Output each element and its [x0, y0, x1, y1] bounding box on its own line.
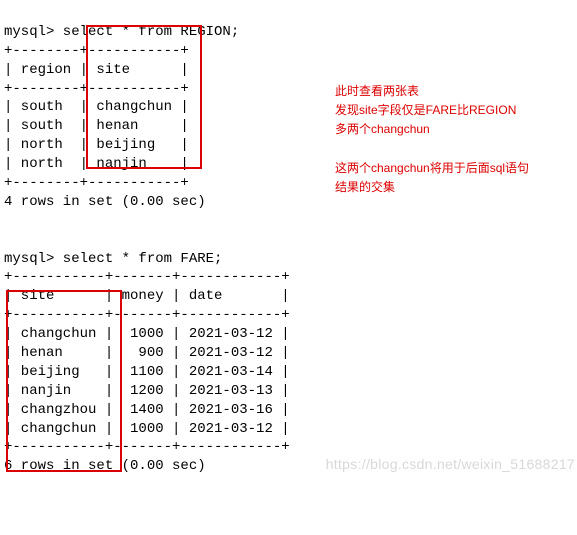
region-sep-mid: +--------+-----------+	[4, 81, 189, 97]
fare-row: | changzhou | 1400 | 2021-03-16 |	[4, 402, 290, 418]
fare-sep-top: +-----------+-------+------------+	[4, 269, 290, 285]
fare-prompt: mysql> select * from FARE;	[4, 251, 222, 267]
annotation-line: 多两个changchun	[335, 122, 430, 136]
region-row: | north | beijing |	[4, 137, 189, 153]
fare-footer: 6 rows in set (0.00 sec)	[4, 458, 206, 474]
fare-row: | changchun | 1000 | 2021-03-12 |	[4, 421, 290, 437]
annotation-line: 这两个changchun将用于后面sql语句	[335, 161, 529, 175]
region-row: | south | henan |	[4, 118, 189, 134]
annotation-line: 发现site字段仅是FARE比REGION	[335, 103, 516, 117]
fare-row: | nanjin | 1200 | 2021-03-13 |	[4, 383, 290, 399]
annotation-line: 结果的交集	[335, 180, 395, 194]
region-sep-bot: +--------+-----------+	[4, 175, 189, 191]
annotation-line: 此时查看两张表	[335, 84, 419, 98]
fare-header: | site | money | date |	[4, 288, 290, 304]
fare-row: | changchun | 1000 | 2021-03-12 |	[4, 326, 290, 342]
region-sep-top: +--------+-----------+	[4, 43, 189, 59]
fare-row: | henan | 900 | 2021-03-12 |	[4, 345, 290, 361]
fare-row: | beijing | 1100 | 2021-03-14 |	[4, 364, 290, 380]
fare-sep-mid: +-----------+-------+------------+	[4, 307, 290, 323]
terminal-output: mysql> select * from REGION; +--------+-…	[4, 4, 577, 476]
watermark: https://blog.csdn.net/weixin_51688217	[326, 455, 575, 474]
region-row: | south | changchun |	[4, 99, 189, 115]
region-footer: 4 rows in set (0.00 sec)	[4, 194, 206, 210]
annotation-block: 此时查看两张表 发现site字段仅是FARE比REGION 多两个changch…	[335, 82, 565, 197]
region-header: | region | site |	[4, 62, 189, 78]
region-prompt: mysql> select * from REGION;	[4, 24, 239, 40]
fare-sep-bot: +-----------+-------+------------+	[4, 439, 290, 455]
region-row: | north | nanjin |	[4, 156, 189, 172]
